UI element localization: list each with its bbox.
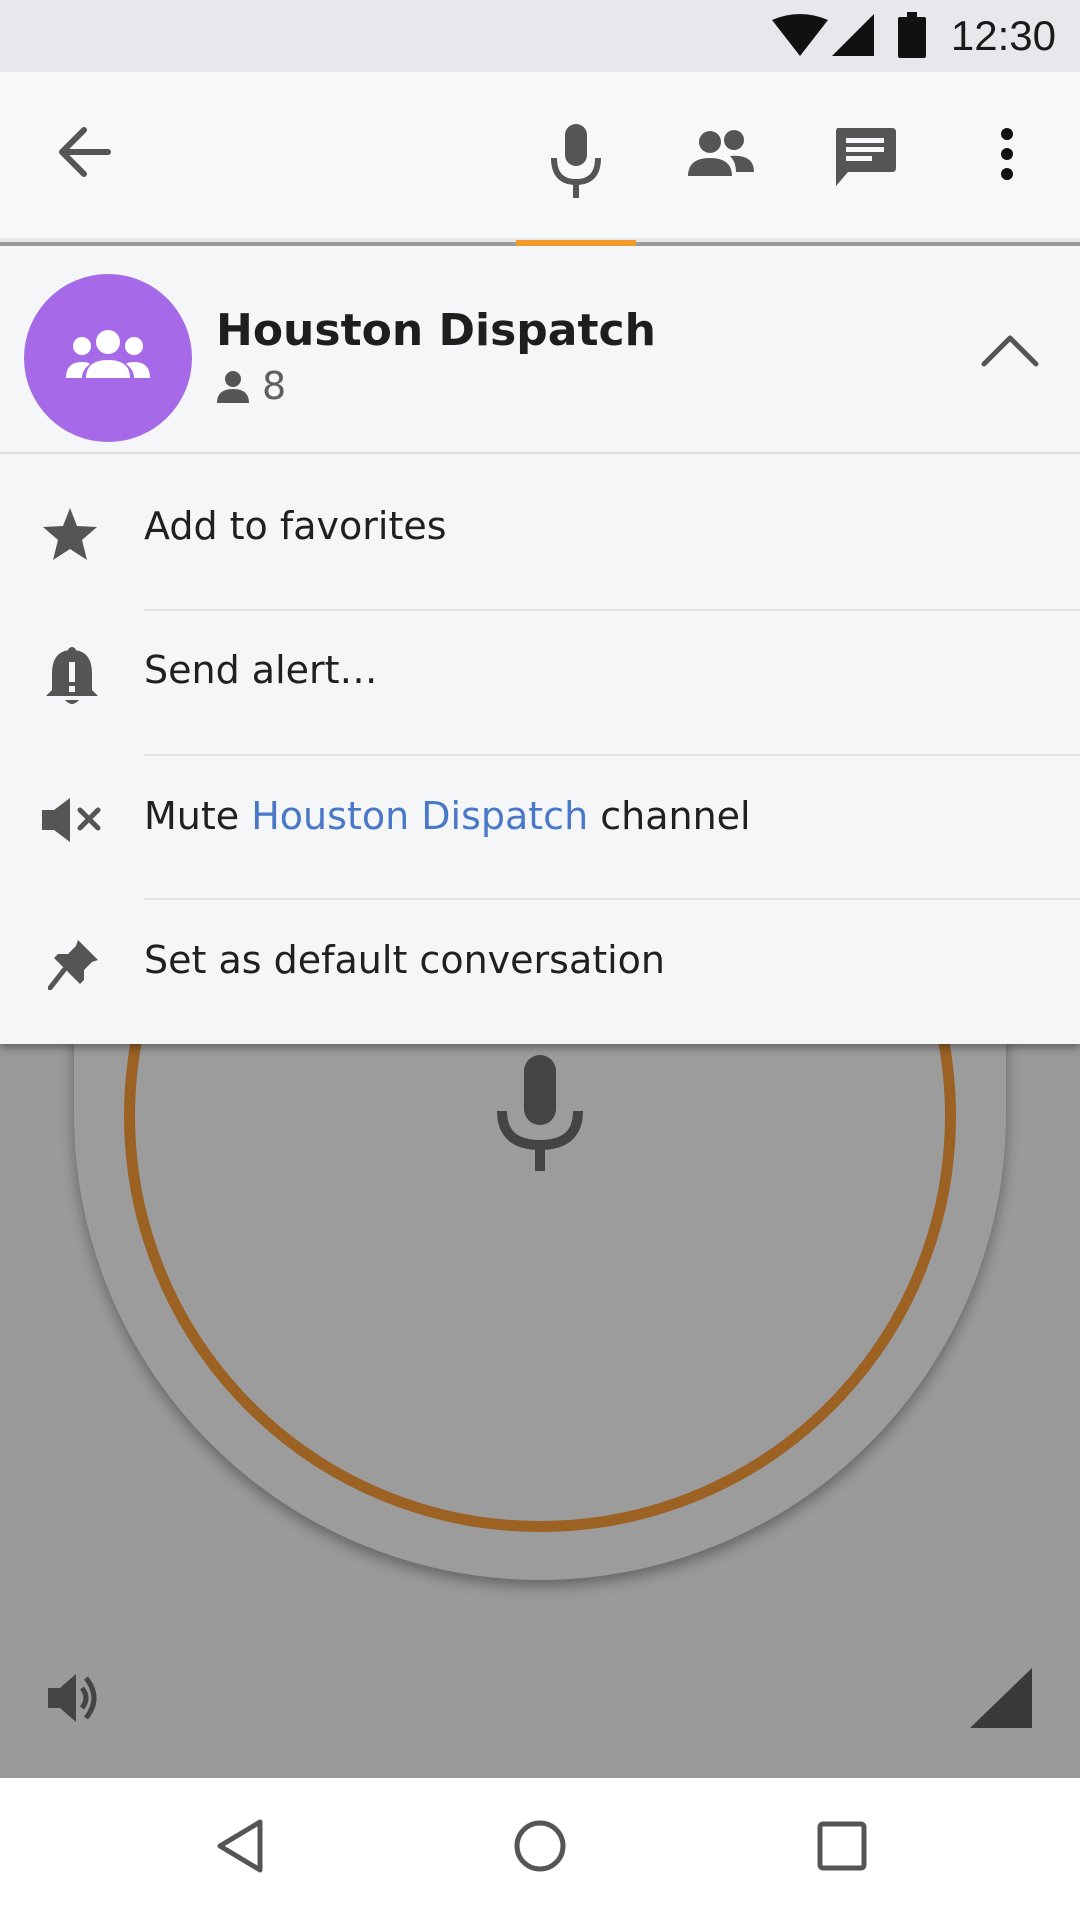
signal-icon	[970, 1668, 1032, 1732]
menu-item-label: Send alert…	[144, 648, 378, 692]
menu-item-add-favorites[interactable]: Add to favorites	[0, 454, 1080, 598]
ptt-microphone-icon	[496, 1055, 584, 1175]
member-count: 8	[262, 364, 287, 408]
menu-item-label: Mute Houston Dispatch channel	[144, 744, 751, 888]
menu-item-label: Set as default conversation	[144, 938, 666, 982]
screen: 12:30 Houston Dispatch 8 Add to favorite…	[0, 0, 1080, 1920]
pin-icon	[47, 938, 100, 994]
people-icon[interactable]	[686, 128, 756, 182]
back-arrow-icon[interactable]	[56, 126, 112, 182]
volume-off-icon	[40, 796, 102, 848]
microphone-icon[interactable]	[550, 124, 602, 204]
app-bar	[0, 72, 1080, 242]
mute-channel-name: Houston Dispatch	[251, 794, 589, 838]
system-nav-bar	[0, 1778, 1080, 1920]
wifi-icon	[772, 14, 828, 62]
battery-icon	[898, 12, 926, 62]
channel-header[interactable]: Houston Dispatch 8	[0, 246, 1080, 454]
mute-prefix: Mute	[144, 794, 252, 838]
menu-item-send-alert[interactable]: Send alert…	[0, 598, 1080, 742]
nav-back-icon[interactable]	[214, 1818, 264, 1878]
status-bar: 12:30	[0, 0, 1080, 72]
nav-recents-icon[interactable]	[816, 1820, 868, 1876]
member-count-row: 8	[216, 364, 286, 408]
more-vert-icon[interactable]	[998, 128, 1016, 184]
cell-signal-icon	[832, 14, 874, 62]
chevron-up-icon[interactable]	[980, 332, 1040, 372]
menu-item-label: Add to favorites	[144, 504, 447, 548]
menu-item-set-default[interactable]: Set as default conversation	[0, 888, 1080, 1032]
menu-item-mute-channel[interactable]: Mute Houston Dispatch channel	[0, 744, 1080, 888]
alert-bell-icon	[44, 646, 100, 712]
channel-avatar	[24, 274, 192, 442]
channel-options-menu: Add to favorites Send alert… Mute Housto…	[0, 454, 1080, 1044]
nav-home-icon[interactable]	[512, 1818, 568, 1878]
volume-up-icon[interactable]	[46, 1668, 104, 1732]
channel-name: Houston Dispatch	[216, 305, 656, 356]
status-time: 12:30	[950, 12, 1056, 59]
star-icon	[40, 506, 100, 566]
group-icon	[66, 330, 150, 378]
mute-suffix: channel	[588, 794, 751, 838]
person-icon	[217, 371, 249, 403]
message-icon[interactable]	[834, 126, 896, 192]
